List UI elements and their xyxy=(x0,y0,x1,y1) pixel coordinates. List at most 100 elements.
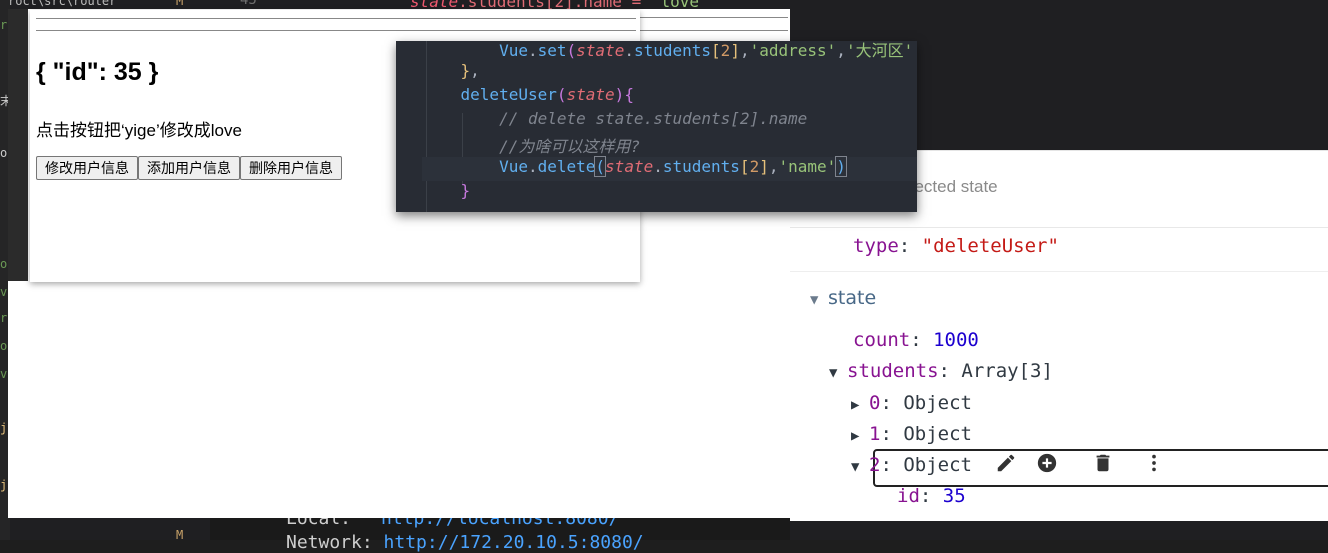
item-key: 0 xyxy=(869,392,881,414)
code-token: [ xyxy=(711,41,721,60)
edit-icon[interactable] xyxy=(995,452,1017,474)
student-item-2[interactable]: ▼ 2: Object xyxy=(851,454,972,476)
code-token: [ xyxy=(739,157,750,176)
code-editor-overlay: Vue.set(state.students[2],'address','大河区… xyxy=(396,41,917,212)
code-token: '大河区' xyxy=(845,41,914,60)
code-token: state xyxy=(566,85,615,104)
explorer-fragment: j xyxy=(0,478,8,492)
add-user-button[interactable]: 添加用户信息 xyxy=(138,156,240,180)
explorer-fragment: j xyxy=(0,421,8,435)
code-token: ] xyxy=(759,157,769,176)
code-token: 2 xyxy=(749,157,760,176)
id-row: id: 35 xyxy=(897,485,966,507)
code-token: 'name' xyxy=(778,157,837,176)
code-token: 'address' xyxy=(749,41,837,60)
button-row: 修改用户信息 添加用户信息 删除用户信息 xyxy=(36,156,342,180)
line-number: 45 xyxy=(240,0,257,8)
code-token: students xyxy=(662,157,740,176)
code-token: delete xyxy=(537,157,596,176)
window-edge xyxy=(8,9,28,281)
caret-right-icon: ▶ xyxy=(851,428,860,444)
more-icon[interactable] xyxy=(1143,452,1165,474)
caret-down-icon: ▼ xyxy=(851,459,860,475)
divider xyxy=(36,30,636,31)
code-token: . xyxy=(527,157,538,176)
student-item-0[interactable]: ▶ 0: Object xyxy=(851,392,972,414)
caret-right-icon: ▶ xyxy=(851,397,860,413)
code-token: . xyxy=(527,41,538,60)
code-token: deleteUser xyxy=(460,85,557,104)
explorer-fragment: o xyxy=(0,146,8,160)
delete-icon[interactable] xyxy=(1092,452,1114,474)
caret-down-icon: ▼ xyxy=(829,365,838,381)
students-row[interactable]: ▼ students: Array[3] xyxy=(829,360,1053,382)
count-value: 1000 xyxy=(933,329,979,351)
item-value: Object xyxy=(903,423,972,445)
code-line: //为啥可以这样用? xyxy=(422,133,640,157)
code-line: Vue.set(state.students[2],'address','大河区… xyxy=(422,41,913,61)
code-token: ( xyxy=(556,85,567,104)
code-token: } xyxy=(460,61,471,80)
code-token: state xyxy=(576,41,625,60)
code-token: //为啥可以这样用? xyxy=(499,137,640,156)
code-line: // delete state.students[2].name xyxy=(422,109,807,133)
item-key: 2 xyxy=(869,454,881,476)
students-value: Array[3] xyxy=(961,360,1053,382)
code-token: 2 xyxy=(720,41,731,60)
item-value: Object xyxy=(903,454,972,476)
caret-down-icon: ▼ xyxy=(810,292,819,308)
code-token: ) xyxy=(614,85,625,104)
count-row: count: 1000 xyxy=(853,329,979,351)
state-section-toggle[interactable]: ▼ state xyxy=(810,287,876,309)
mutation-type-row: type: "deleteUser" xyxy=(853,235,1059,257)
delete-user-button[interactable]: 删除用户信息 xyxy=(240,156,342,180)
code-line: } xyxy=(422,181,471,205)
item-key: 1 xyxy=(869,423,881,445)
terminal-network-line: Network: http://172.20.10.5:8080/ xyxy=(286,532,644,553)
inspected-state-label: pected state xyxy=(905,177,998,196)
code-line: }, xyxy=(422,61,480,85)
explorer-fragment: v xyxy=(0,285,8,299)
code-token: , xyxy=(739,41,750,60)
type-key: type xyxy=(853,235,899,257)
modified-badge: M xyxy=(176,0,184,8)
code-token: . xyxy=(653,157,663,176)
page-title: { "id": 35 } xyxy=(36,58,159,86)
add-icon[interactable] xyxy=(1036,452,1058,474)
divider xyxy=(36,18,636,19)
count-key: count xyxy=(853,329,911,351)
state-label: state xyxy=(828,287,877,309)
explorer-fragment: v xyxy=(0,367,8,381)
item-value: Object xyxy=(903,392,972,414)
code-token: ( xyxy=(594,156,607,177)
code-token: students xyxy=(633,41,712,60)
code-token: . xyxy=(624,41,634,60)
id-value: 35 xyxy=(942,485,966,507)
code-token: set xyxy=(537,41,567,60)
network-label: Network: xyxy=(286,532,373,553)
code-token: , xyxy=(470,61,480,80)
page-text: 点击按钮把‘yige’修改成love xyxy=(36,121,242,140)
id-key: id xyxy=(897,485,920,507)
network-url[interactable]: http://172.20.10.5:8080/ xyxy=(384,532,644,553)
code-token: ( xyxy=(566,41,577,60)
divider xyxy=(790,271,1328,272)
edit-user-button[interactable]: 修改用户信息 xyxy=(36,156,138,180)
students-key: students xyxy=(847,360,939,382)
code-token: , xyxy=(836,41,846,60)
code-token: // delete state.students[2].name xyxy=(499,109,808,128)
code-token: Vue xyxy=(499,157,528,176)
code-token: ) xyxy=(835,156,847,177)
student-item-1[interactable]: ▶ 1: Object xyxy=(851,423,972,445)
code-token: { xyxy=(624,85,634,104)
code-line: deleteUser(state){ xyxy=(422,85,634,109)
file-path: roct\src\router xyxy=(8,0,117,8)
code-token: Vue xyxy=(499,41,528,60)
